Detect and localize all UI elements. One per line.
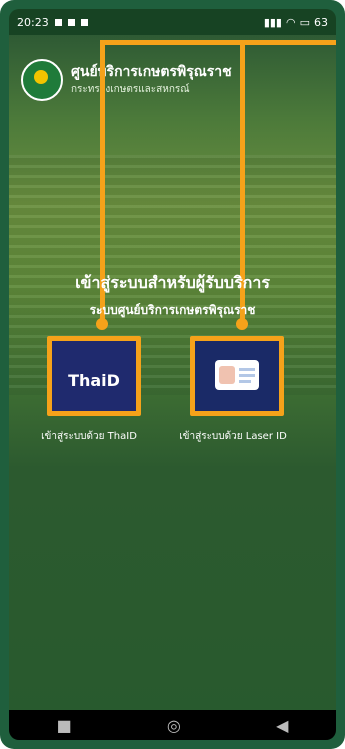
thaid-logo-text: ThaiD <box>68 371 120 390</box>
laser-id-login-label[interactable]: เข้าสู่ระบบด้วย Laser ID <box>168 429 298 444</box>
app-screen: 20:23 ▮▮▮ ◠ ▭ 63 ศูนย์บริการเกษตรพิรุณรา… <box>9 9 336 740</box>
thaid-login-button[interactable]: ThaiD <box>47 336 141 416</box>
recent-apps-icon[interactable]: ■ <box>57 716 72 735</box>
login-subheadline: ระบบศูนย์บริการเกษตรพิรุณราช <box>89 303 256 317</box>
status-time: 20:23 <box>17 15 49 29</box>
id-card-line <box>239 380 251 383</box>
wifi-icon: ◠ <box>285 15 296 29</box>
thaid-logo-icon: ThaiD <box>52 371 136 390</box>
laser-id-login-button[interactable] <box>190 336 284 416</box>
id-card-icon <box>215 360 259 390</box>
app-header: ศูนย์บริการเกษตรพิรุณราช กระทรวงเกษตรและ… <box>21 59 232 101</box>
app-subtitle: กระทรวงเกษตรและสหกรณ์ <box>71 83 190 95</box>
signal-icon: ▮▮▮ <box>263 15 282 29</box>
id-card-line <box>239 374 255 377</box>
login-headline: เข้าสู่ระบบสำหรับผู้รับบริการ <box>75 273 270 292</box>
back-icon[interactable]: ◀ <box>276 716 288 735</box>
notification-icon <box>80 18 88 26</box>
system-navigation-bar: ■ ◎ ◀ <box>9 710 336 740</box>
id-card-face <box>219 366 235 384</box>
thaid-login-label[interactable]: เข้าสู่ระบบด้วย ThaID <box>24 429 154 444</box>
battery-icon: ▭ <box>299 15 310 29</box>
phone-frame: 20:23 ▮▮▮ ◠ ▭ 63 ศูนย์บริการเกษตรพิรุณรา… <box>0 0 345 749</box>
status-bar: 20:23 ▮▮▮ ◠ ▭ 63 <box>9 9 336 35</box>
logo-icon <box>21 59 63 101</box>
header-text: ศูนย์บริการเกษตรพิรุณราช กระทรวงเกษตรและ… <box>71 64 232 97</box>
status-left: 20:23 <box>17 16 88 29</box>
status-right: ▮▮▮ ◠ ▭ 63 <box>264 16 328 29</box>
home-icon[interactable]: ◎ <box>167 716 181 735</box>
battery-percent: 63 <box>314 15 328 29</box>
app-title: ศูนย์บริการเกษตรพิรุณราช <box>71 63 232 80</box>
annotation-line-top-horizontal <box>100 40 336 45</box>
notification-icon <box>54 18 62 26</box>
notification-icon <box>67 18 75 26</box>
id-card-line <box>239 368 255 371</box>
